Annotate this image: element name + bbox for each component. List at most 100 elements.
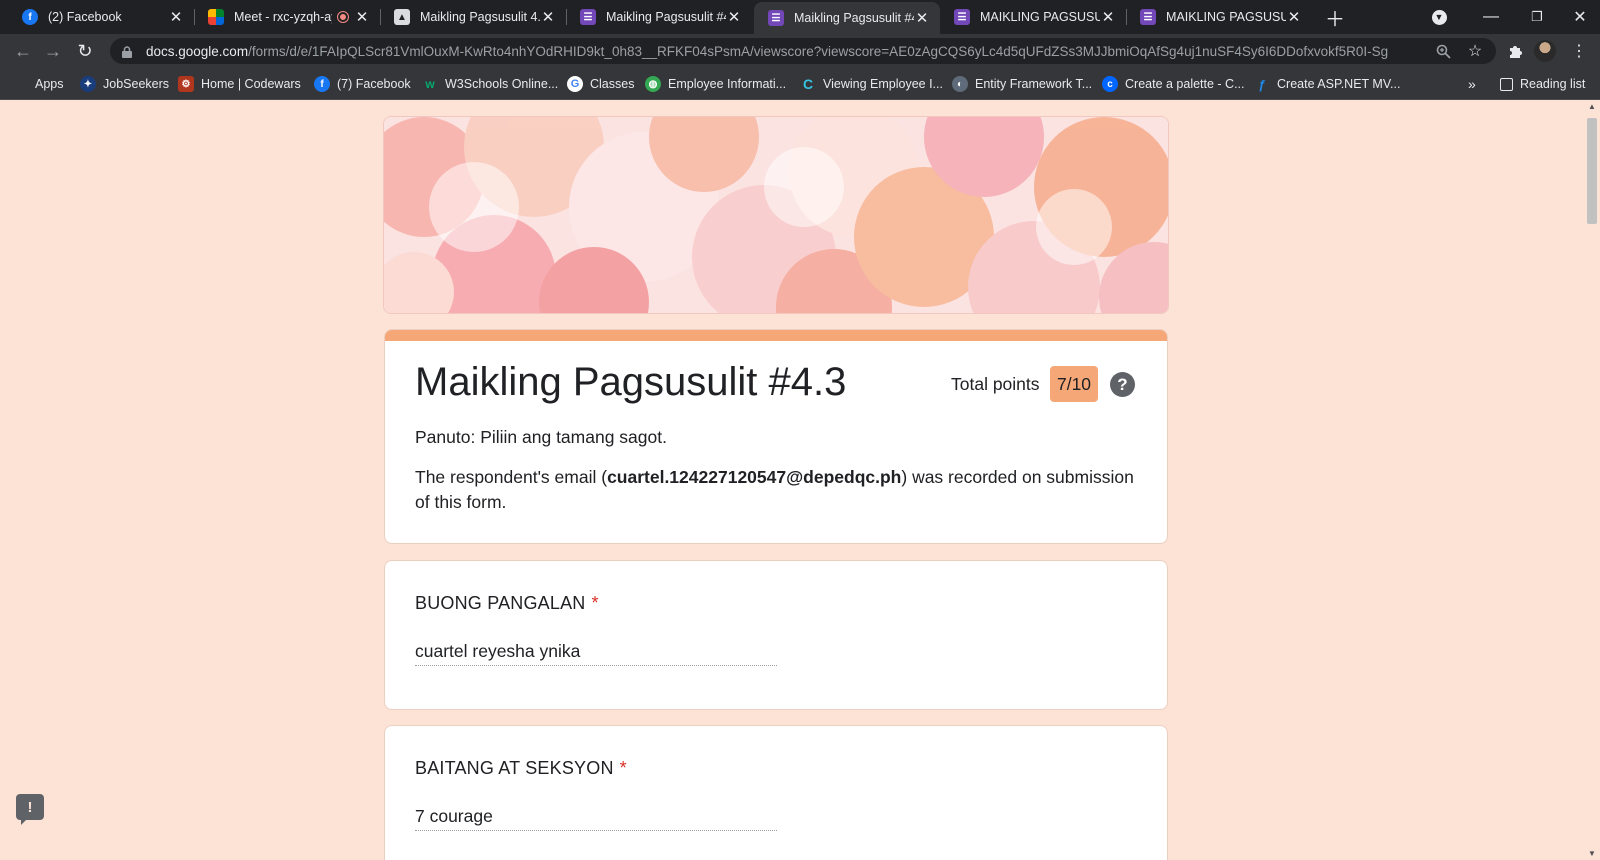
apps-grid-icon bbox=[14, 77, 28, 91]
bookmark-viewing-employee[interactable]: C Viewing Employee I... bbox=[800, 68, 943, 100]
close-icon[interactable]: ✕ bbox=[354, 8, 370, 26]
codewars-icon: ⚙ bbox=[178, 76, 194, 92]
bookmark-classes[interactable]: G Classes bbox=[567, 68, 634, 100]
lock-icon bbox=[122, 46, 132, 58]
accent-bar bbox=[385, 330, 1167, 341]
form-description: Panuto: Piliin ang tamang sagot. bbox=[415, 427, 667, 447]
tab-forms-active[interactable]: ☰ Maikling Pagsusulit #4.3 ✕ bbox=[754, 2, 940, 34]
tab-facebook[interactable]: f (2) Facebook ✕ bbox=[8, 0, 195, 34]
menu-kebab-icon[interactable]: ⋮ bbox=[1564, 34, 1594, 68]
browser-toolbar: ← → ↻ docs.google.com/forms/d/e/1FAIpQLS… bbox=[0, 34, 1600, 68]
extensions-puzzle-icon[interactable] bbox=[1500, 34, 1530, 68]
bookmark-label: Employee Informati... bbox=[668, 77, 787, 91]
close-icon[interactable]: ✕ bbox=[540, 8, 556, 26]
new-tab-button[interactable]: ＋ bbox=[1320, 0, 1350, 34]
tab-forms-3[interactable]: ☰ MAIKLING PAGSUSULIT ✕ bbox=[1126, 0, 1312, 34]
restore-button[interactable]: ❐ bbox=[1514, 0, 1560, 34]
more-bookmarks-icon[interactable]: » bbox=[1468, 68, 1476, 100]
tab-title: (2) Facebook bbox=[48, 10, 122, 24]
tab-title: Maikling Pagsusulit 4.3 bbox=[420, 10, 540, 24]
employee-info-icon: ◍ bbox=[645, 76, 661, 92]
question-card: BUONG PANGALAN * cuartel reyesha ynika bbox=[384, 560, 1168, 710]
close-icon[interactable]: ✕ bbox=[1100, 8, 1116, 26]
bookmark-w3schools[interactable]: w W3Schools Online... bbox=[422, 68, 558, 100]
google-meet-icon bbox=[208, 9, 224, 25]
page-scrollbar[interactable]: ▲ ▼ bbox=[1584, 100, 1600, 860]
tab-search-button[interactable]: ▼ bbox=[1424, 0, 1454, 34]
bookmark-employee-info[interactable]: ◍ Employee Informati... bbox=[645, 68, 786, 100]
bookmark-label: (7) Facebook bbox=[337, 77, 411, 91]
bookmark-aspnet[interactable]: ƒ Create ASP.NET MV... bbox=[1254, 68, 1400, 100]
w3schools-icon: w bbox=[425, 77, 435, 91]
bookmarks-bar: Apps ✦ JobSeekers ⚙ Home | Codewars f (7… bbox=[0, 68, 1600, 100]
reading-list-label: Reading list bbox=[1520, 77, 1586, 91]
address-bar[interactable]: docs.google.com/forms/d/e/1FAIpQLScr81Vm… bbox=[110, 38, 1496, 64]
close-icon[interactable]: ✕ bbox=[914, 9, 930, 27]
bookmark-apps[interactable]: Apps bbox=[14, 68, 64, 100]
question-title: BUONG PANGALAN * bbox=[415, 593, 599, 613]
page-viewport: Maikling Pagsusulit #4.3 Total points 7/… bbox=[0, 100, 1600, 860]
bookmark-codewars[interactable]: ⚙ Home | Codewars bbox=[178, 68, 301, 100]
google-icon: G bbox=[567, 76, 583, 92]
facebook-icon: f bbox=[22, 9, 38, 25]
email-notice: The respondent's email (cuartel.12422712… bbox=[415, 467, 1134, 512]
url-host: docs.google.com bbox=[146, 43, 249, 59]
bookmark-label: Create a palette - C... bbox=[1125, 77, 1245, 91]
bookmark-star-icon[interactable]: ☆ bbox=[1460, 34, 1490, 68]
reading-list-icon bbox=[1500, 77, 1513, 91]
tab-forms-2[interactable]: ☰ MAIKLING PAGSUSULIT ✕ bbox=[940, 0, 1127, 34]
chevron-down-icon: ▼ bbox=[1431, 9, 1447, 25]
answer-text: 7 courage bbox=[415, 806, 777, 831]
scrollbar-thumb[interactable] bbox=[1587, 118, 1597, 224]
profile-avatar[interactable] bbox=[1530, 34, 1560, 68]
classroom-assignment-icon: ▲ bbox=[394, 9, 410, 25]
minimize-button[interactable]: — bbox=[1468, 0, 1514, 34]
bookmark-label: Classes bbox=[590, 77, 635, 91]
google-forms-icon: ☰ bbox=[954, 9, 970, 25]
tab-title: Maikling Pagsusulit #4.3 bbox=[606, 10, 726, 24]
tab-title: Maikling Pagsusulit #4.3 bbox=[794, 11, 914, 25]
form-header-card: Maikling Pagsusulit #4.3 Total points 7/… bbox=[384, 329, 1168, 544]
total-points-label: Total points bbox=[951, 374, 1040, 394]
coolors-icon: c bbox=[1102, 76, 1118, 92]
bookmark-label: Viewing Employee I... bbox=[823, 77, 943, 91]
tab-forms-1[interactable]: ☰ Maikling Pagsusulit #4.3 ✕ bbox=[566, 0, 752, 34]
bookmark-label: Home | Codewars bbox=[201, 77, 301, 91]
tab-meet[interactable]: Meet - rxc-yzqh-ayc ✕ bbox=[194, 0, 381, 34]
tab-strip: f (2) Facebook ✕ Meet - rxc-yzqh-ayc ✕ ▲… bbox=[0, 0, 1600, 34]
forward-button[interactable]: → bbox=[38, 34, 68, 68]
reload-button[interactable]: ↻ bbox=[70, 34, 100, 68]
bookmark-entity-framework[interactable]: ◐ Entity Framework T... bbox=[952, 68, 1092, 100]
back-button[interactable]: ← bbox=[8, 34, 38, 68]
help-icon[interactable]: ? bbox=[1110, 372, 1135, 397]
respondent-email: cuartel.124227120547@depedqc.ph bbox=[607, 467, 902, 487]
facebook-icon: f bbox=[314, 76, 330, 92]
tab-title: Meet - rxc-yzqh-ayc bbox=[234, 10, 332, 24]
report-problem-button[interactable]: ! bbox=[16, 794, 44, 825]
tab-title: MAIKLING PAGSUSULIT bbox=[980, 10, 1100, 24]
form-title: Maikling Pagsusulit #4.3 bbox=[415, 360, 847, 404]
close-icon[interactable]: ✕ bbox=[726, 8, 742, 26]
zoom-icon[interactable] bbox=[1428, 34, 1458, 68]
scroll-up-arrow-icon[interactable]: ▲ bbox=[1587, 102, 1597, 111]
close-icon[interactable]: ✕ bbox=[1286, 8, 1302, 26]
url-path: /forms/d/e/1FAIpQLScr81VmlOuxM-KwRto4nhY… bbox=[248, 43, 1389, 59]
close-icon[interactable]: ✕ bbox=[168, 8, 184, 26]
score-badge: 7/10 bbox=[1050, 366, 1098, 402]
bookmark-coolors[interactable]: c Create a palette - C... bbox=[1102, 68, 1245, 100]
bookmark-label: Entity Framework T... bbox=[975, 77, 1093, 91]
reading-list-button[interactable]: Reading list bbox=[1500, 68, 1585, 100]
window-close-button[interactable]: ✕ bbox=[1560, 0, 1600, 34]
header-banner-image bbox=[383, 116, 1169, 314]
tab-title: MAIKLING PAGSUSULIT bbox=[1166, 10, 1286, 24]
question-card: BAITANG AT SEKSYON * 7 courage bbox=[384, 725, 1168, 860]
tab-classroom[interactable]: ▲ Maikling Pagsusulit 4.3 ✕ bbox=[380, 0, 567, 34]
recording-icon bbox=[338, 12, 348, 22]
entity-framework-icon: ◐ bbox=[952, 76, 968, 92]
bookmark-facebook[interactable]: f (7) Facebook bbox=[314, 68, 411, 100]
jobseekers-icon: ✦ bbox=[80, 76, 96, 92]
google-forms-icon: ☰ bbox=[1140, 9, 1156, 25]
bookmark-jobseekers[interactable]: ✦ JobSeekers bbox=[80, 68, 169, 100]
scroll-down-arrow-icon[interactable]: ▼ bbox=[1587, 849, 1597, 858]
google-forms-icon: ☰ bbox=[580, 9, 596, 25]
